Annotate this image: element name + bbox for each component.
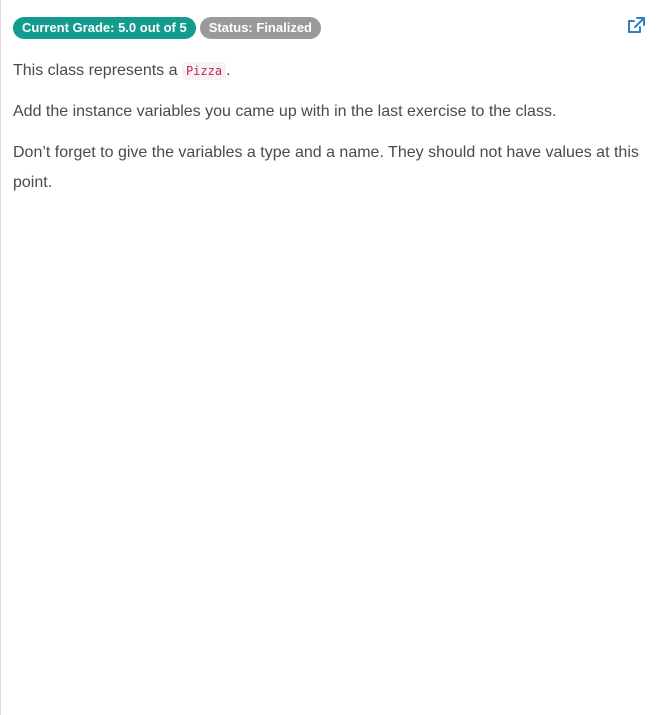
badge-row: Current Grade: 5.0 out of 5 Status: Fina… (13, 16, 646, 40)
panel-left-border (0, 0, 1, 715)
class-name-code: Pizza (181, 62, 227, 80)
instruction-paragraph-3: Don’t forget to give the variables a typ… (13, 144, 639, 191)
instruction-1-prefix: This class represents a (13, 62, 182, 79)
external-link-svg (628, 17, 645, 33)
instruction-paragraph-1: This class represents a Pizza. (13, 56, 646, 86)
instruction-1-suffix: . (226, 62, 231, 79)
instruction-paragraph-2: Add the instance variables you came up w… (13, 103, 557, 120)
instructions-content: This class represents a Pizza. Add the i… (13, 56, 646, 198)
grade-badge: Current Grade: 5.0 out of 5 (13, 17, 196, 39)
exercise-panel: Current Grade: 5.0 out of 5 Status: Fina… (13, 16, 646, 209)
status-badge: Status: Finalized (199, 17, 321, 39)
external-link-icon[interactable] (626, 16, 646, 36)
